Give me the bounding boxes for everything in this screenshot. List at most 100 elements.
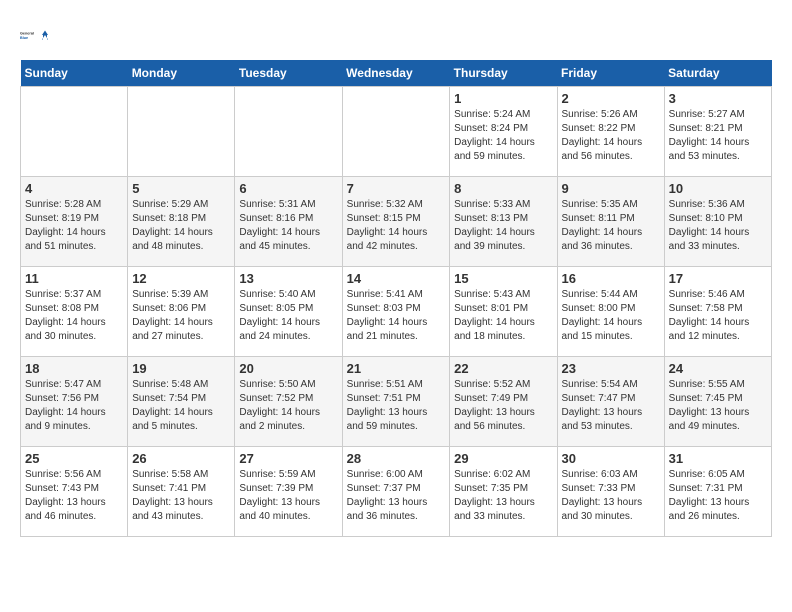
day-info: Sunrise: 5:43 AMSunset: 8:01 PMDaylight:… xyxy=(454,288,552,344)
day-number: 2 xyxy=(562,91,660,106)
day-info: Sunrise: 5:32 AMSunset: 8:15 PMDaylight:… xyxy=(347,198,446,254)
calendar-cell: 29 Sunrise: 6:02 AMSunset: 7:35 PMDayligh… xyxy=(450,447,557,537)
calendar-cell: 25 Sunrise: 5:56 AMSunset: 7:43 PMDayligh… xyxy=(21,447,128,537)
week-row-2: 4Sunrise: 5:28 AMSunset: 8:19 PMDaylight… xyxy=(21,177,772,267)
day-number: 25 xyxy=(25,451,123,466)
day-info: Sunrise: 5:50 AMSunset: 7:52 PMDaylight:… xyxy=(239,378,337,434)
day-info: Sunrise: 5:26 AMSunset: 8:22 PMDaylight:… xyxy=(562,108,660,164)
day-info: Sunrise: 5:33 AMSunset: 8:13 PMDaylight:… xyxy=(454,198,552,254)
day-number: 21 xyxy=(347,361,446,376)
calendar-cell xyxy=(128,87,235,177)
weekday-header-wednesday: Wednesday xyxy=(342,60,450,87)
weekday-header-tuesday: Tuesday xyxy=(235,60,342,87)
calendar-cell: 17Sunrise: 5:46 AMSunset: 7:58 PMDayligh… xyxy=(664,267,771,357)
day-number: 12 xyxy=(132,271,230,286)
day-info: Sunrise: 5:37 AMSunset: 8:08 PMDaylight:… xyxy=(25,288,123,344)
day-info: Sunrise: 6:05 AMSunset: 7:31 PMDaylight:… xyxy=(669,468,767,524)
day-info: Sunrise: 5:36 AMSunset: 8:10 PMDaylight:… xyxy=(669,198,767,254)
weekday-header-saturday: Saturday xyxy=(664,60,771,87)
svg-text:General: General xyxy=(20,32,34,36)
day-number: 17 xyxy=(669,271,767,286)
calendar-cell: 22Sunrise: 5:52 AMSunset: 7:49 PMDayligh… xyxy=(450,357,557,447)
week-row-4: 18Sunrise: 5:47 AMSunset: 7:56 PMDayligh… xyxy=(21,357,772,447)
weekday-header-row: SundayMondayTuesdayWednesdayThursdayFrid… xyxy=(21,60,772,87)
day-info: Sunrise: 6:03 AMSunset: 7:33 PMDaylight:… xyxy=(562,468,660,524)
calendar-cell: 30 Sunrise: 6:03 AMSunset: 7:33 PMDayligh… xyxy=(557,447,664,537)
calendar-cell xyxy=(342,87,450,177)
day-number: 29 xyxy=(454,451,552,466)
svg-text:Blue: Blue xyxy=(20,36,28,40)
day-info: Sunrise: 5:24 AMSunset: 8:24 PMDaylight:… xyxy=(454,108,552,164)
calendar-cell: 31 Sunrise: 6:05 AMSunset: 7:31 PMDayligh… xyxy=(664,447,771,537)
calendar-cell: 13Sunrise: 5:40 AMSunset: 8:05 PMDayligh… xyxy=(235,267,342,357)
calendar-cell: 4Sunrise: 5:28 AMSunset: 8:19 PMDaylight… xyxy=(21,177,128,267)
week-row-5: 25 Sunrise: 5:56 AMSunset: 7:43 PMDayligh… xyxy=(21,447,772,537)
calendar-cell: 1 Sunrise: 5:24 AMSunset: 8:24 PMDaylight… xyxy=(450,87,557,177)
calendar-cell: 21 Sunrise: 5:51 AMSunset: 7:51 PMDayligh… xyxy=(342,357,450,447)
day-number: 26 xyxy=(132,451,230,466)
day-info: Sunrise: 5:31 AMSunset: 8:16 PMDaylight:… xyxy=(239,198,337,254)
calendar-cell: 7 Sunrise: 5:32 AMSunset: 8:15 PMDaylight… xyxy=(342,177,450,267)
week-row-1: 1 Sunrise: 5:24 AMSunset: 8:24 PMDaylight… xyxy=(21,87,772,177)
day-info: Sunrise: 5:51 AMSunset: 7:51 PMDaylight:… xyxy=(347,378,446,434)
calendar-cell: 27 Sunrise: 5:59 AMSunset: 7:39 PMDayligh… xyxy=(235,447,342,537)
calendar-cell: 3 Sunrise: 5:27 AMSunset: 8:21 PMDaylight… xyxy=(664,87,771,177)
day-number: 14 xyxy=(347,271,446,286)
page-header: General Blue xyxy=(20,20,772,50)
day-number: 23 xyxy=(562,361,660,376)
day-info: Sunrise: 5:27 AMSunset: 8:21 PMDaylight:… xyxy=(669,108,767,164)
day-number: 31 xyxy=(669,451,767,466)
day-number: 1 xyxy=(454,91,552,106)
day-info: Sunrise: 5:59 AMSunset: 7:39 PMDaylight:… xyxy=(239,468,337,524)
day-number: 3 xyxy=(669,91,767,106)
day-number: 18 xyxy=(25,361,123,376)
day-number: 5 xyxy=(132,181,230,196)
calendar-cell: 26 Sunrise: 5:58 AMSunset: 7:41 PMDayligh… xyxy=(128,447,235,537)
calendar-cell: 20 Sunrise: 5:50 AMSunset: 7:52 PMDayligh… xyxy=(235,357,342,447)
day-info: Sunrise: 5:41 AMSunset: 8:03 PMDaylight:… xyxy=(347,288,446,344)
calendar-cell xyxy=(235,87,342,177)
calendar-cell: 16 Sunrise: 5:44 AMSunset: 8:00 PMDayligh… xyxy=(557,267,664,357)
day-info: Sunrise: 6:02 AMSunset: 7:35 PMDaylight:… xyxy=(454,468,552,524)
day-number: 27 xyxy=(239,451,337,466)
calendar-cell: 15 Sunrise: 5:43 AMSunset: 8:01 PMDayligh… xyxy=(450,267,557,357)
day-info: Sunrise: 5:56 AMSunset: 7:43 PMDaylight:… xyxy=(25,468,123,524)
day-number: 15 xyxy=(454,271,552,286)
calendar-cell: 5 Sunrise: 5:29 AMSunset: 8:18 PMDaylight… xyxy=(128,177,235,267)
day-info: Sunrise: 5:58 AMSunset: 7:41 PMDaylight:… xyxy=(132,468,230,524)
logo-icon: General Blue xyxy=(20,20,50,50)
calendar-cell: 10Sunrise: 5:36 AMSunset: 8:10 PMDayligh… xyxy=(664,177,771,267)
day-info: Sunrise: 5:44 AMSunset: 8:00 PMDaylight:… xyxy=(562,288,660,344)
calendar-cell xyxy=(21,87,128,177)
calendar-cell: 6Sunrise: 5:31 AMSunset: 8:16 PMDaylight… xyxy=(235,177,342,267)
day-number: 16 xyxy=(562,271,660,286)
calendar-cell: 2 Sunrise: 5:26 AMSunset: 8:22 PMDaylight… xyxy=(557,87,664,177)
weekday-header-thursday: Thursday xyxy=(450,60,557,87)
day-number: 28 xyxy=(347,451,446,466)
day-number: 7 xyxy=(347,181,446,196)
calendar-cell: 8 Sunrise: 5:33 AMSunset: 8:13 PMDaylight… xyxy=(450,177,557,267)
day-info: Sunrise: 6:00 AMSunset: 7:37 PMDaylight:… xyxy=(347,468,446,524)
day-info: Sunrise: 5:29 AMSunset: 8:18 PMDaylight:… xyxy=(132,198,230,254)
day-number: 20 xyxy=(239,361,337,376)
weekday-header-sunday: Sunday xyxy=(21,60,128,87)
day-info: Sunrise: 5:39 AMSunset: 8:06 PMDaylight:… xyxy=(132,288,230,344)
calendar-cell: 14 Sunrise: 5:41 AMSunset: 8:03 PMDayligh… xyxy=(342,267,450,357)
day-info: Sunrise: 5:40 AMSunset: 8:05 PMDaylight:… xyxy=(239,288,337,344)
calendar-cell: 19 Sunrise: 5:48 AMSunset: 7:54 PMDayligh… xyxy=(128,357,235,447)
calendar-table: SundayMondayTuesdayWednesdayThursdayFrid… xyxy=(20,60,772,537)
day-number: 19 xyxy=(132,361,230,376)
day-number: 9 xyxy=(562,181,660,196)
day-number: 30 xyxy=(562,451,660,466)
calendar-cell: 23 Sunrise: 5:54 AMSunset: 7:47 PMDayligh… xyxy=(557,357,664,447)
weekday-header-monday: Monday xyxy=(128,60,235,87)
day-info: Sunrise: 5:55 AMSunset: 7:45 PMDaylight:… xyxy=(669,378,767,434)
day-number: 22 xyxy=(454,361,552,376)
day-info: Sunrise: 5:54 AMSunset: 7:47 PMDaylight:… xyxy=(562,378,660,434)
day-number: 8 xyxy=(454,181,552,196)
calendar-cell: 24Sunrise: 5:55 AMSunset: 7:45 PMDayligh… xyxy=(664,357,771,447)
week-row-3: 11Sunrise: 5:37 AMSunset: 8:08 PMDayligh… xyxy=(21,267,772,357)
day-info: Sunrise: 5:35 AMSunset: 8:11 PMDaylight:… xyxy=(562,198,660,254)
day-info: Sunrise: 5:48 AMSunset: 7:54 PMDaylight:… xyxy=(132,378,230,434)
logo: General Blue xyxy=(20,20,50,50)
